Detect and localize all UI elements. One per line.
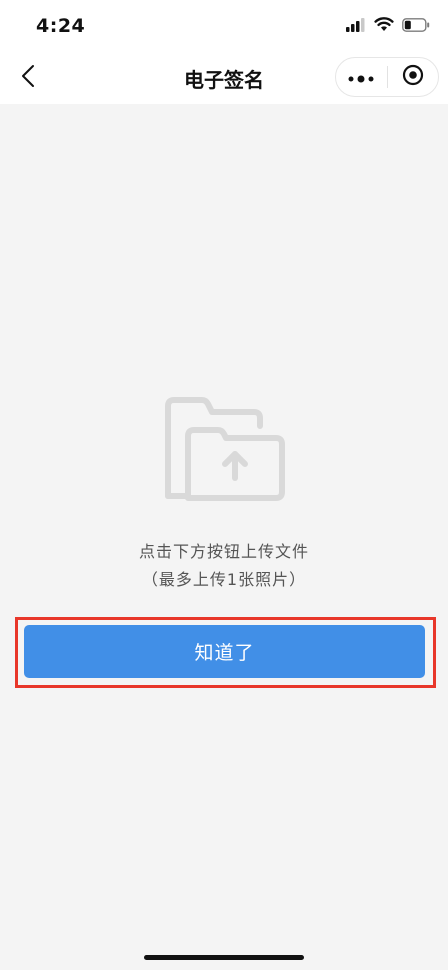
target-close-icon <box>402 64 424 90</box>
close-button[interactable] <box>387 58 438 96</box>
more-button[interactable] <box>336 58 387 96</box>
upload-hint: 点击下方按钮上传文件 <box>138 542 309 561</box>
got-it-button[interactable]: 知道了 <box>24 625 425 678</box>
signal-icon <box>346 17 366 36</box>
status-time: 4:24 <box>36 15 86 37</box>
status-bar: 4:24 <box>0 0 448 52</box>
more-dots-icon <box>348 68 374 87</box>
folder-upload-icon <box>164 396 286 502</box>
home-indicator <box>144 955 304 960</box>
wifi-icon <box>374 17 394 36</box>
upload-limit-hint: （最多上传1张照片） <box>141 570 307 589</box>
nav-bar: 电子签名 <box>0 52 448 104</box>
mini-program-capsule <box>335 57 439 97</box>
battery-icon <box>402 17 430 36</box>
status-icons <box>346 17 430 36</box>
screen: 4:24 电子签名 点击下方按钮上传文件 （最多上传1张照片） 知道了 <box>0 0 448 970</box>
